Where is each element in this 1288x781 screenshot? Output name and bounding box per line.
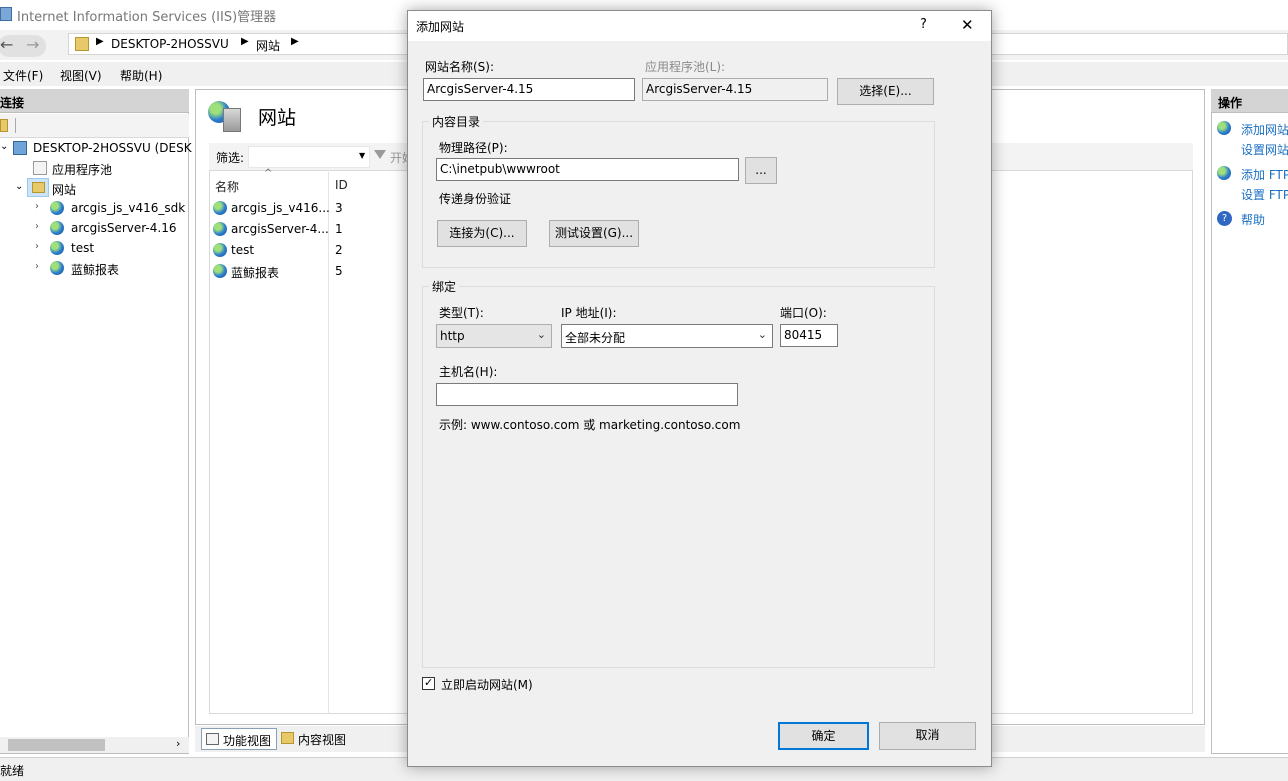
globe-icon xyxy=(50,201,64,215)
pass-through-label: 传递身份验证 xyxy=(439,192,512,206)
breadcrumb-server[interactable]: DESKTOP-2HOSSVU xyxy=(111,37,229,51)
host-name-input[interactable] xyxy=(436,383,738,406)
window-title: Internet Information Services (IIS)管理器 xyxy=(17,10,277,25)
tab-features-view[interactable]: 功能视图 xyxy=(201,728,277,750)
folder-icon xyxy=(75,37,89,51)
binding-label: 绑定 xyxy=(429,278,460,295)
connections-toolbar xyxy=(0,114,189,138)
app-pool-label: 应用程序池(L): xyxy=(645,60,726,74)
breadcrumb-sites[interactable]: 网站 xyxy=(256,37,280,54)
column-name[interactable]: 名称 xyxy=(215,178,239,195)
menu-help[interactable]: 帮助(H) xyxy=(120,67,162,84)
type-label: 类型(T): xyxy=(439,306,484,320)
globe-icon xyxy=(50,221,64,235)
ip-label: IP 地址(I): xyxy=(561,306,617,320)
server-stack-icon xyxy=(223,108,241,132)
dialog-title: 添加网站 xyxy=(416,20,465,34)
expand-icon[interactable]: › xyxy=(35,261,39,272)
globe-icon xyxy=(50,241,64,255)
menu-view[interactable]: 视图(V) xyxy=(60,67,102,84)
ftp-defaults-link[interactable]: 设置 FTP xyxy=(1241,186,1288,203)
add-ftp-link[interactable]: 添加 FTP xyxy=(1241,166,1288,183)
collapse-icon[interactable]: ⌄ xyxy=(0,141,8,152)
sort-up-icon: ^ xyxy=(264,168,273,179)
dialog-title-bar: 添加网站 ? ✕ xyxy=(408,11,991,41)
tab-content-view[interactable]: 内容视图 xyxy=(279,728,359,750)
features-view-icon xyxy=(206,733,219,745)
content-directory-label: 内容目录 xyxy=(429,113,484,130)
table-row[interactable]: test 2 xyxy=(212,240,402,261)
filter-label: 筛选: xyxy=(216,151,245,165)
iis-app-icon xyxy=(0,7,12,21)
port-input[interactable]: 80415 xyxy=(780,324,838,347)
type-select[interactable]: http ⌄ xyxy=(436,324,552,348)
chevron-down-icon[interactable]: ▼ xyxy=(359,151,365,160)
cancel-button[interactable]: 取消 xyxy=(879,722,976,750)
globe-icon xyxy=(213,222,227,236)
horizontal-scrollbar[interactable]: › xyxy=(0,737,189,753)
start-now-checkbox[interactable]: ✓ xyxy=(422,676,435,690)
physical-path-label: 物理路径(P): xyxy=(439,141,508,155)
scrollbar-thumb[interactable] xyxy=(8,739,105,751)
status-text: 就绪 xyxy=(0,764,25,778)
add-ftp-icon xyxy=(1217,166,1231,180)
nav-buttons: ← → xyxy=(0,35,46,57)
forward-arrow-icon[interactable]: → xyxy=(26,35,39,54)
expand-icon[interactable]: › xyxy=(35,221,39,232)
expand-icon[interactable]: › xyxy=(35,241,39,252)
breadcrumb-sep-icon: ▶ xyxy=(96,36,104,47)
table-row[interactable]: arcgis_js_v416... 3 xyxy=(212,198,402,219)
connect-as-button[interactable]: 连接为(C)... xyxy=(437,220,527,247)
table-row[interactable]: arcgisServer-4... 1 xyxy=(212,219,402,240)
site-defaults-link[interactable]: 设置网站 xyxy=(1241,141,1288,158)
menu-file[interactable]: 文件(F) xyxy=(3,67,43,84)
globe-icon xyxy=(213,264,227,278)
filter-input[interactable]: ▼ xyxy=(248,146,370,168)
connections-header: 连接 xyxy=(0,89,189,113)
start-now-label[interactable]: 立即启动网站(M) xyxy=(441,676,533,693)
site-name-input[interactable]: ArcgisServer-4.15 xyxy=(423,78,635,101)
tree-server[interactable]: ⌄ DESKTOP-2HOSSVU (DESK xyxy=(0,138,192,158)
app-pool-icon xyxy=(33,161,47,175)
help-link[interactable]: 帮助 xyxy=(1241,211,1265,228)
funnel-icon xyxy=(374,150,386,159)
host-name-label: 主机名(H): xyxy=(439,365,498,379)
site-name-label: 网站名称(S): xyxy=(425,60,495,74)
back-arrow-icon[interactable]: ← xyxy=(0,35,13,54)
server-icon xyxy=(13,141,27,155)
actions-header: 操作 xyxy=(1211,89,1288,113)
test-settings-button[interactable]: 测试设置(G)... xyxy=(549,220,639,247)
port-label: 端口(O): xyxy=(780,306,827,320)
globe-icon xyxy=(213,201,227,215)
globe-icon xyxy=(50,261,64,275)
dialog-help-button[interactable]: ? xyxy=(920,17,927,32)
ok-button[interactable]: 确定 xyxy=(778,722,869,750)
breadcrumb-sep-icon: ▶ xyxy=(291,36,299,47)
select-app-pool-button[interactable]: 选择(E)... xyxy=(837,78,934,105)
chevron-down-icon: ⌄ xyxy=(536,328,546,341)
host-example-text: 示例: www.contoso.com 或 marketing.contoso.… xyxy=(439,418,741,432)
breadcrumb-sep-icon: ▶ xyxy=(241,36,249,47)
ip-select[interactable]: 全部未分配 ⌄ xyxy=(561,324,773,348)
add-site-link[interactable]: 添加网站 xyxy=(1241,121,1288,138)
add-site-icon xyxy=(1217,121,1231,135)
physical-path-input[interactable]: C:\inetpub\wwwroot xyxy=(436,158,739,181)
check-icon: ✓ xyxy=(424,676,434,689)
column-id[interactable]: ID xyxy=(335,178,348,192)
toolbar-divider xyxy=(15,118,16,133)
help-icon: ? xyxy=(1217,211,1232,226)
connect-icon[interactable] xyxy=(0,119,8,132)
folder-icon xyxy=(32,182,45,193)
page-title: 网站 xyxy=(258,107,297,129)
collapse-icon[interactable]: ⌄ xyxy=(15,181,23,192)
scroll-right-icon[interactable]: › xyxy=(176,737,180,750)
content-view-icon xyxy=(281,732,294,744)
chevron-down-icon: ⌄ xyxy=(757,328,767,341)
close-icon[interactable]: ✕ xyxy=(961,16,974,34)
app-pool-field: ArcgisServer-4.15 xyxy=(642,78,828,101)
table-row[interactable]: 蓝鲸报表 5 xyxy=(212,261,402,282)
browse-button[interactable]: ... xyxy=(745,157,777,184)
globe-icon xyxy=(213,243,227,257)
expand-icon[interactable]: › xyxy=(35,201,39,212)
